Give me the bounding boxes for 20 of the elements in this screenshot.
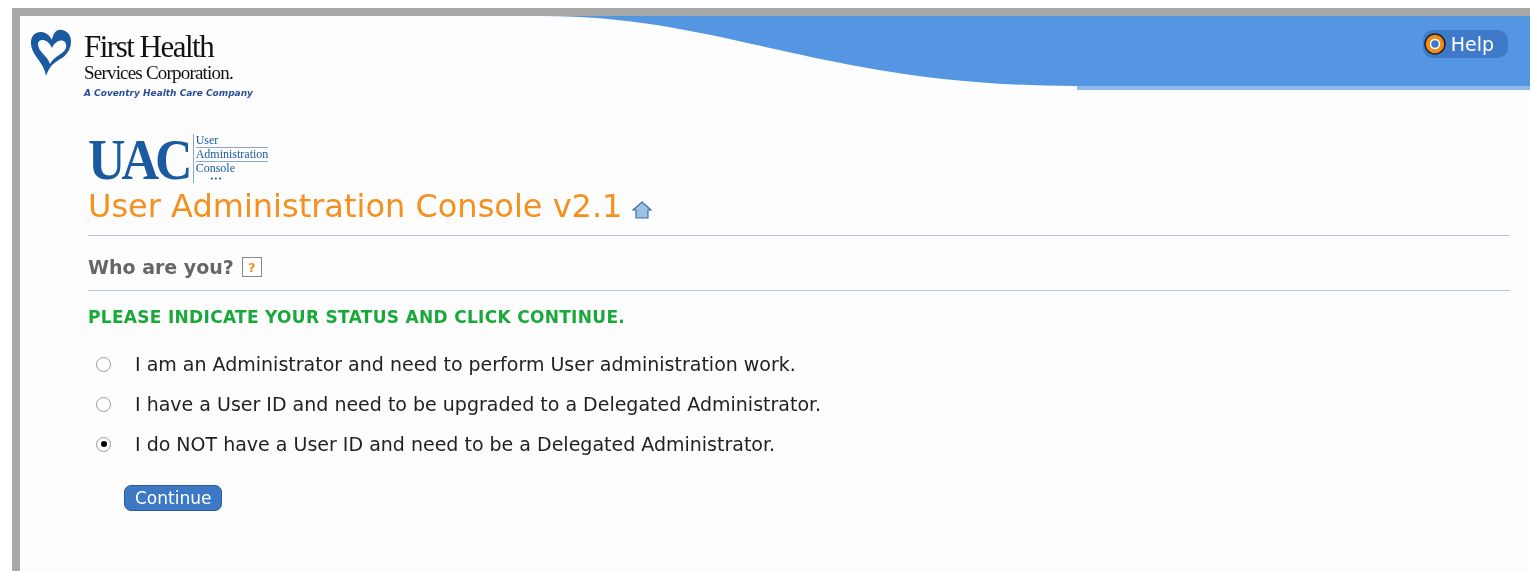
option-label[interactable]: I am an Administrator and need to perform User administration work. (135, 353, 796, 375)
radio-button[interactable] (96, 436, 111, 452)
help-button[interactable]: Help (1422, 30, 1508, 58)
product-logo-acronym: UAC (88, 134, 189, 186)
option-label[interactable]: I have a User ID and need to be upgraded to a Delegated Administrator. (135, 393, 822, 415)
page-title: User Administration Console v2.1 (88, 187, 623, 225)
brand-name: First Health (84, 32, 215, 62)
radio-button[interactable] (96, 356, 111, 372)
lifebuoy-icon (1422, 32, 1447, 56)
brand-tagline: A Coventry Health Care Company (84, 88, 253, 98)
instruction-text: PLEASE INDICATE YOUR STATUS AND CLICK CONTINUE. (88, 307, 627, 327)
radio-button[interactable] (96, 396, 111, 412)
product-logo-text: Administration (195, 148, 269, 162)
option-label[interactable]: I do NOT have a User ID and need to be a Delegated Administrator. (135, 433, 776, 455)
home-icon[interactable] (632, 201, 653, 219)
continue-button[interactable]: Continue (124, 485, 223, 511)
section-title: Who are you? (88, 256, 234, 278)
product-logo-text: User (195, 134, 269, 148)
brand-subtitle: Services Corporation. (84, 62, 234, 84)
product-logo-text: Console (195, 162, 236, 175)
